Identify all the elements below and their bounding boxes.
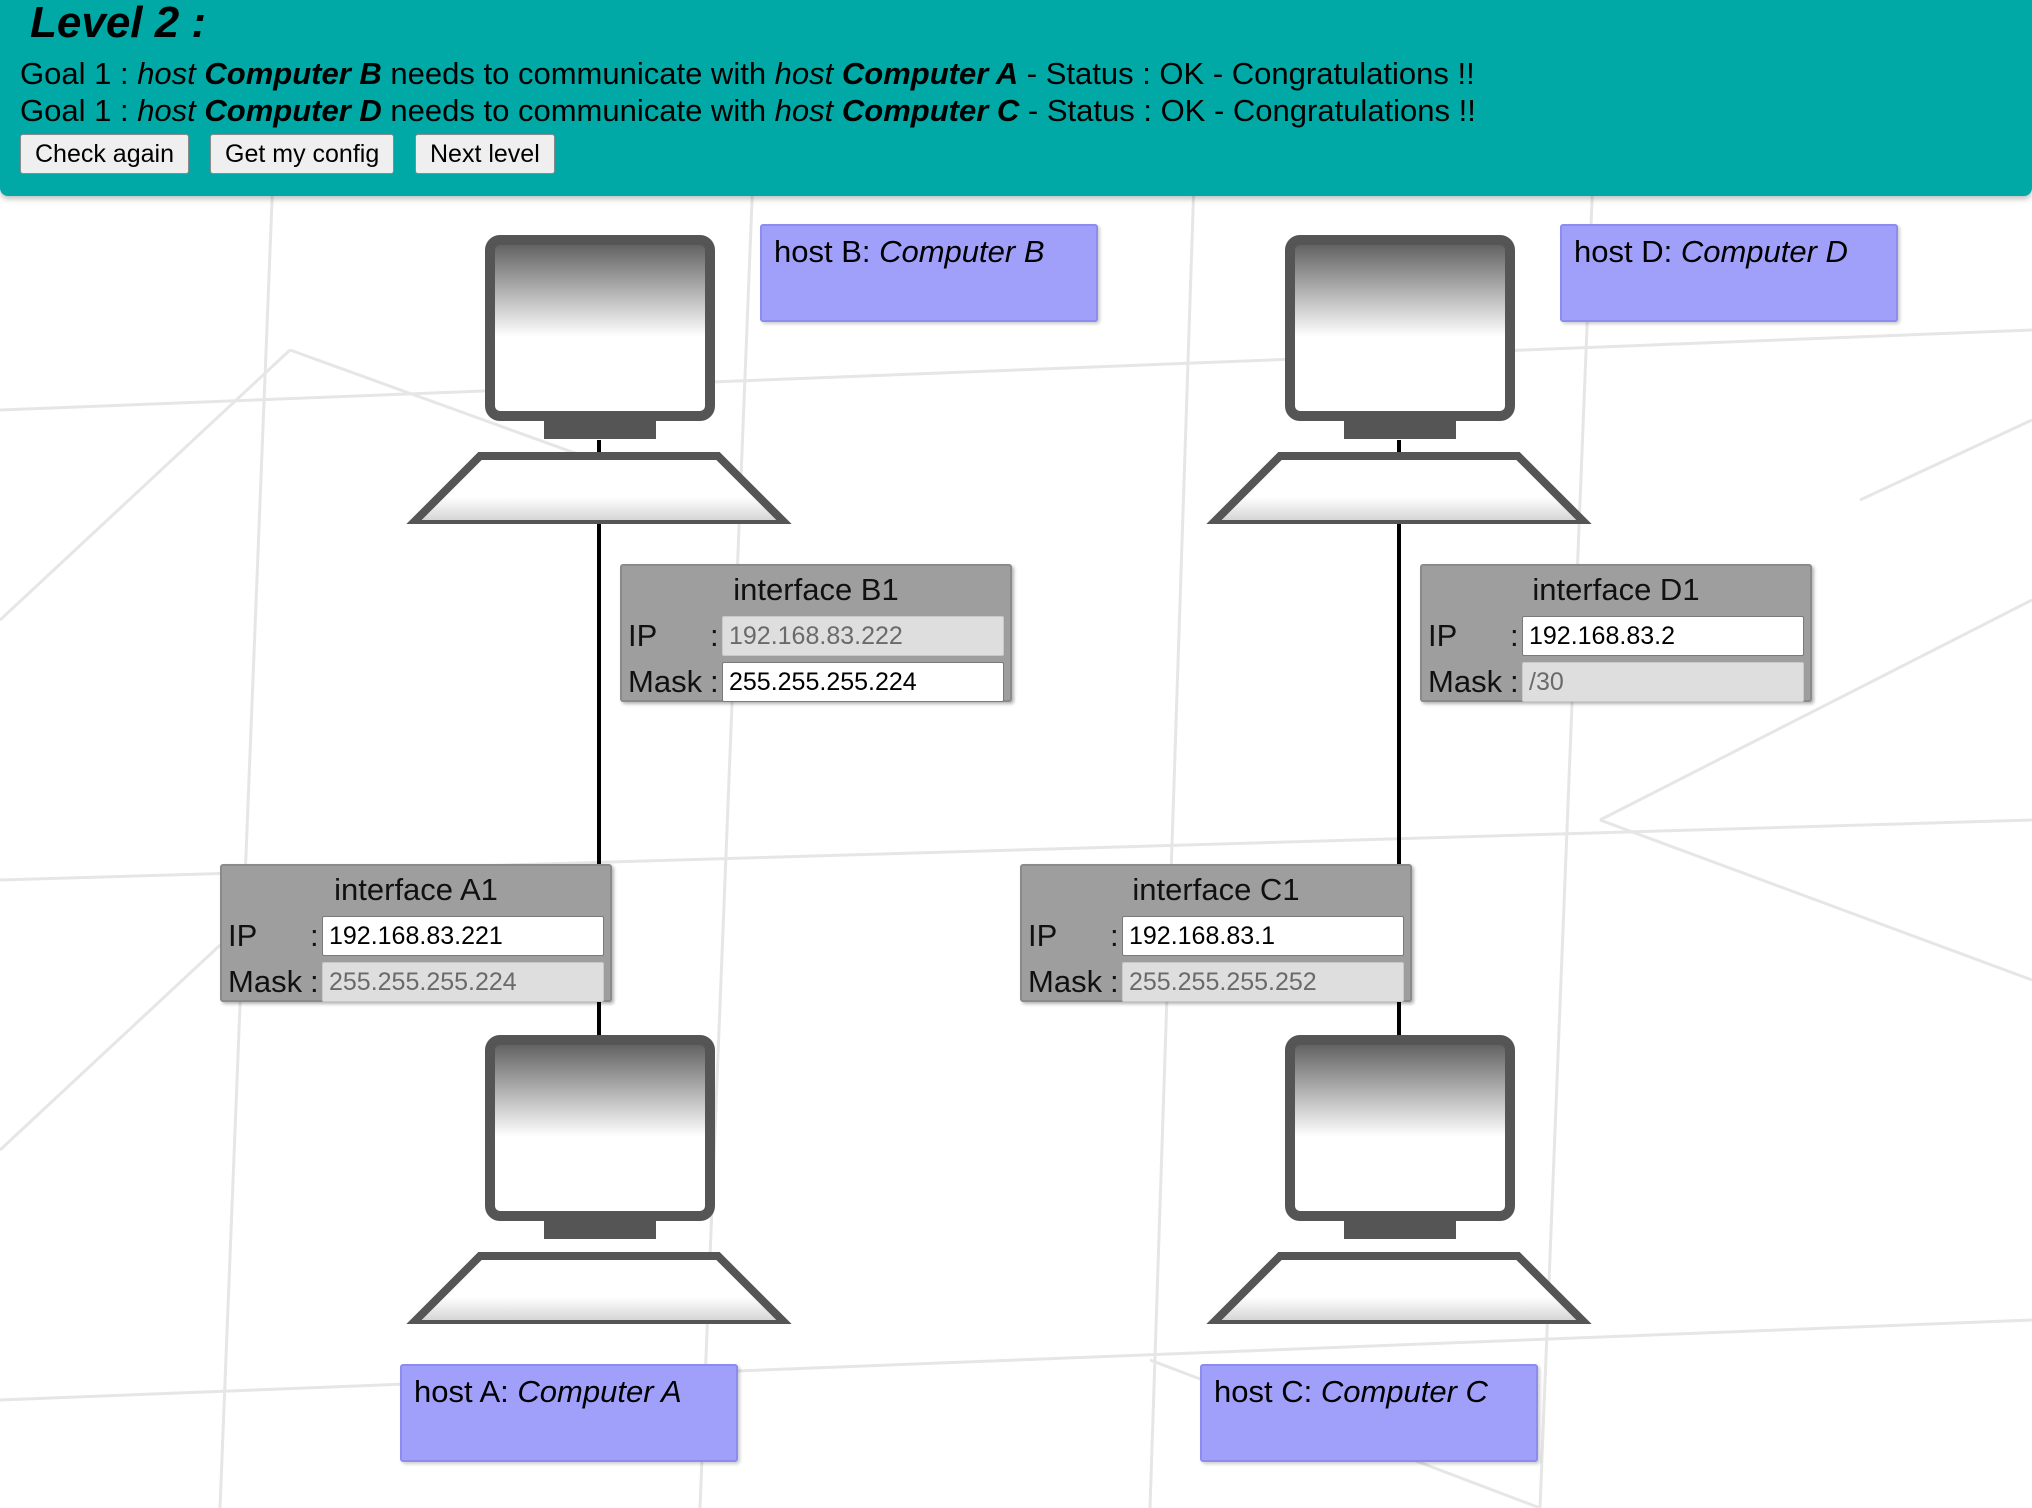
host-word: host [137,93,196,128]
computer-d[interactable] [1204,234,1594,524]
host-prefix: host D: [1574,234,1681,269]
host-name: Computer C [1320,1374,1488,1409]
computer-b[interactable] [404,234,794,524]
host-word: host [137,56,196,91]
goal-prefix: Goal 1 : [20,56,138,91]
interface-title: interface A1 [334,872,498,907]
interface-c1-mask-field [1122,962,1404,1002]
interface-d1-ip-field[interactable] [1522,616,1804,656]
goal-source-host: Computer B [204,56,382,91]
host-label-b: host B: Computer B [760,224,1098,322]
host-label-d: host D: Computer D [1560,224,1898,322]
mask-colon: : [1110,964,1119,999]
computer-c[interactable] [1204,1034,1594,1324]
goal-line-2: Goal 1 : host Computer D needs to commun… [20,93,1476,129]
goal-status: - Status : OK - Congratulations !! [1019,93,1476,128]
mask-colon: : [1510,664,1519,699]
goal-target-host: Computer A [841,56,1019,91]
ip-colon: : [1510,618,1519,653]
host-prefix: host B: [774,234,880,269]
ip-colon: : [710,618,719,653]
computer-icon [406,1035,792,1324]
interface-b1-ip-field [722,616,1004,656]
interface-a1-mask-field [322,962,604,1002]
host-name: Computer D [1680,234,1848,269]
host-word: host [774,93,834,128]
host-name: Computer B [879,234,1045,269]
interface-a1-ip-field[interactable] [322,916,604,956]
goal-source-host: Computer D [204,93,382,128]
host-name: Computer A [517,1374,682,1409]
get-my-config-button[interactable]: Get my config [210,134,395,174]
goal-prefix: Goal 1 : [20,93,138,128]
goal-line-1: Goal 1 : host Computer B needs to commun… [20,56,1475,92]
ip-label: IP [1028,918,1058,953]
interface-b1-mask-field[interactable] [722,662,1004,702]
ip-label: IP [1428,618,1458,653]
interface-title: interface B1 [733,572,899,607]
computer-icon [1206,235,1592,524]
goal-target-host: Computer C [841,93,1020,128]
interface-c1-panel: interface C1 IP : Mask : [1020,864,1412,1002]
computer-icon [406,235,792,524]
interface-d1-panel: interface D1 IP : Mask : [1420,564,1812,702]
mask-label: Mask [1028,964,1103,999]
interface-a1-panel: interface A1 IP : Mask : [220,864,612,1002]
goal-verb: needs to communicate with [381,56,775,91]
check-again-button[interactable]: Check again [20,134,189,174]
mask-label: Mask [1428,664,1503,699]
host-label-c: host C: Computer C [1200,1364,1538,1462]
host-label-a: host A: Computer A [400,1364,738,1462]
goal-status: - Status : OK - Congratulations !! [1018,56,1475,91]
interface-title: interface D1 [1532,572,1700,607]
mask-colon: : [310,964,319,999]
host-prefix: host C: [1214,1374,1321,1409]
next-level-button[interactable]: Next level [415,134,555,174]
level-title: Level 2 : [30,0,207,47]
ip-colon: : [1110,918,1119,953]
host-prefix: host A: [414,1374,518,1409]
goal-verb: needs to communicate with [381,93,775,128]
ip-colon: : [310,918,319,953]
computer-a[interactable] [404,1034,794,1324]
computer-icon [1206,1035,1592,1324]
ip-label: IP [628,618,658,653]
mask-colon: : [710,664,719,699]
mask-label: Mask [628,664,703,699]
interface-b1-panel: interface B1 IP : Mask : [620,564,1012,702]
interface-title: interface C1 [1132,872,1300,907]
level-header: Level 2 : Goal 1 : host Computer B needs… [0,0,2032,196]
interface-d1-mask-field [1522,662,1804,702]
mask-label: Mask [228,964,303,999]
ip-label: IP [228,918,258,953]
host-word: host [774,56,834,91]
interface-c1-ip-field[interactable] [1122,916,1404,956]
